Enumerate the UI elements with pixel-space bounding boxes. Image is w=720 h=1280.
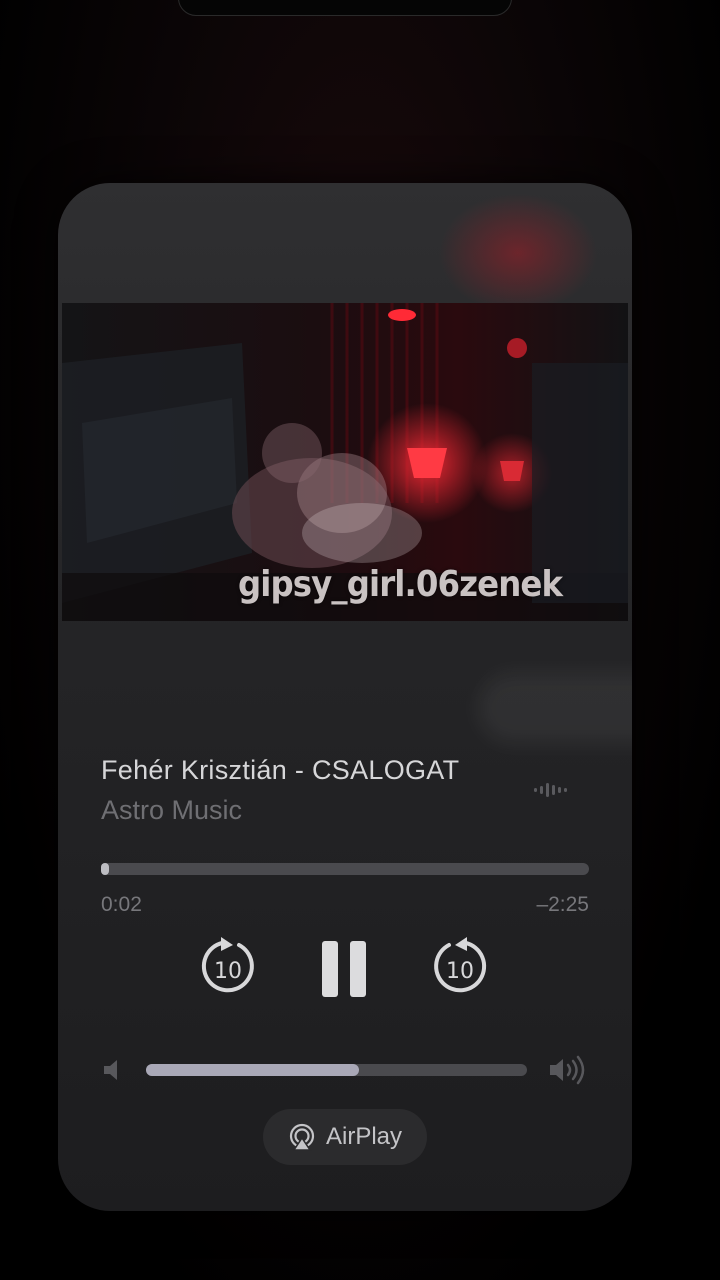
waveform-icon	[532, 780, 572, 805]
remaining-time: –2:25	[536, 893, 589, 916]
airplay-icon	[289, 1123, 315, 1151]
skip-back-seconds: 10	[214, 959, 242, 984]
volume-fill	[146, 1064, 360, 1076]
progress-fill	[101, 863, 109, 875]
pause-icon	[322, 941, 366, 997]
track-title: Fehér Krisztián - CSALOGAT	[101, 755, 460, 785]
now-playing-card: gipsy_girl.06zenek Fehér Krisztián - CSA…	[58, 183, 632, 1211]
airplay-label: AirPlay	[325, 1123, 403, 1150]
airplay-button[interactable]: AirPlay	[263, 1109, 427, 1165]
video-watermark: gipsy_girl.06zenek	[237, 564, 563, 605]
elapsed-time: 0:02	[101, 893, 142, 916]
skip-forward-seconds: 10	[446, 959, 474, 984]
card-glow	[438, 193, 598, 313]
dynamic-island	[178, 0, 512, 16]
screen: gipsy_girl.06zenek Fehér Krisztián - CSA…	[0, 0, 720, 1280]
speaker-low-icon	[102, 1058, 124, 1087]
skip-back-button[interactable]: 10	[199, 935, 257, 1002]
progress-slider[interactable]	[101, 863, 589, 875]
skip-forward-button[interactable]: 10	[431, 935, 489, 1002]
speaker-high-icon	[548, 1055, 588, 1090]
pause-button[interactable]	[320, 939, 370, 1004]
blur-smudge	[478, 673, 632, 743]
track-artist[interactable]: Astro Music	[101, 795, 242, 826]
volume-slider[interactable]	[146, 1064, 527, 1076]
video-artwork[interactable]: gipsy_girl.06zenek	[62, 303, 628, 621]
